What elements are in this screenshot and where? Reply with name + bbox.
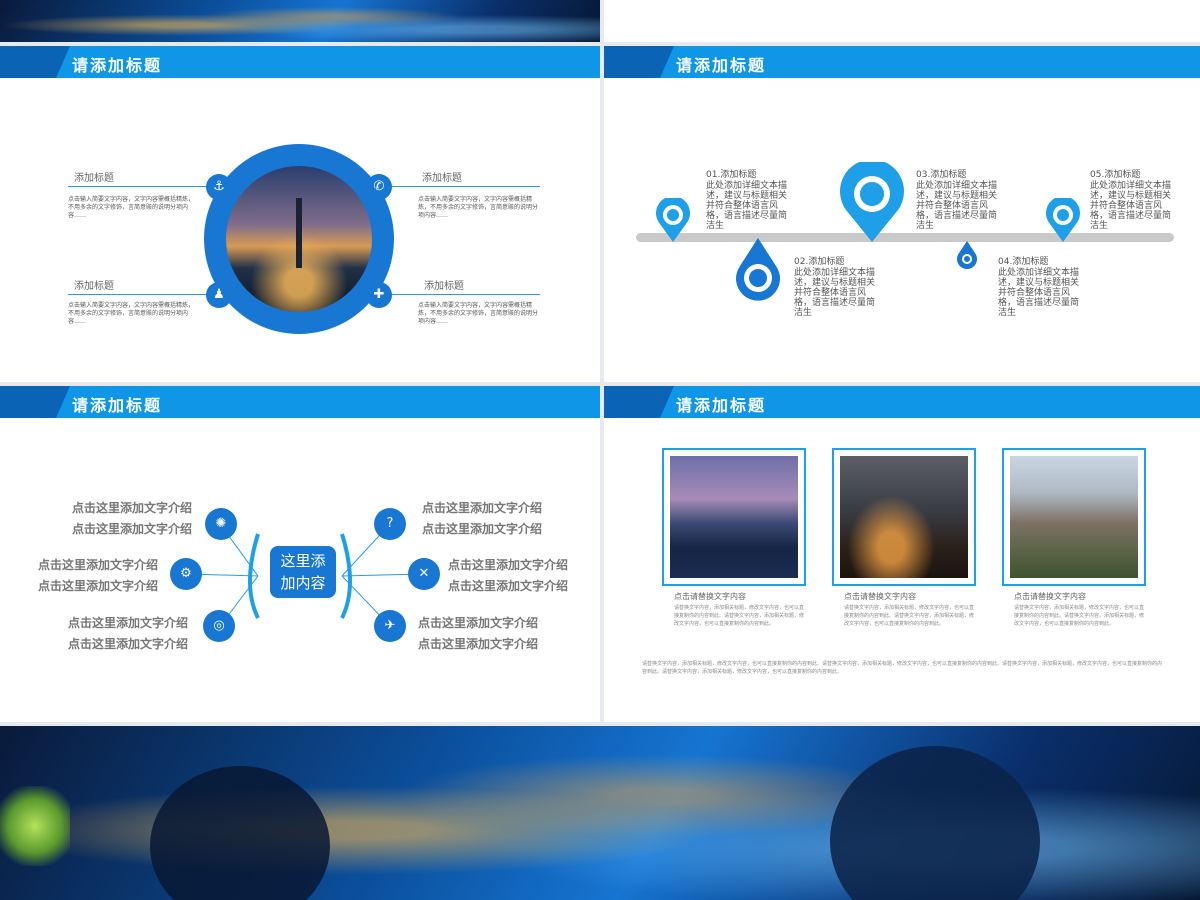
label-left-bottom: 添加标题 xyxy=(74,281,114,292)
text-right-bottom: 点击输入简要文字内容，文字内容需概括精炼，不用多余的文字修饰，言简意赅的说明分项… xyxy=(418,302,539,325)
welder-right xyxy=(830,746,1040,900)
timeline-label-02: 02.添加标题 xyxy=(794,257,845,267)
body-1: 请替换文字内容，添加相关标题，修改文字内容，也可以直接复制你的内容到此。请替换文… xyxy=(674,605,805,627)
photo-frame-1[interactable] xyxy=(662,448,806,586)
anchor-icon: ⚓ xyxy=(206,174,232,200)
top-right-blank-slide xyxy=(604,0,1200,42)
city-tower xyxy=(296,198,302,268)
body-3: 请替换文字内容，添加相关标题，修改文字内容，也可以直接复制你的内容到此。请替换文… xyxy=(1014,605,1145,627)
london-photo xyxy=(1010,456,1138,578)
text-left-bottom: 点击输入简要文字内容，文字内容需概括精炼，不用多余的文字修饰，言简意赅的说明分项… xyxy=(68,302,195,325)
text-left-top: 点击输入简要文字内容，文字内容需概括精炼，不用多余的文字修饰，言简意赅的说明分项… xyxy=(68,196,195,219)
timeline-label-04: 04.添加标题 xyxy=(998,257,1049,267)
tools-icon: ✕ xyxy=(408,558,440,590)
connector-line xyxy=(392,186,540,187)
pin-marker-03 xyxy=(840,162,904,242)
slide-timeline[interactable]: 请添加标题 01.添加标题 此处添加详细文本描述，建议与标题相关并符合整体语言风… xyxy=(604,46,1200,382)
top-left-photo-slide xyxy=(0,0,600,42)
timeline-text-05: 此处添加详细文本描述，建议与标题相关并符合整体语言风格，语言描述尽量简洁生 xyxy=(1090,181,1172,231)
slide-city-circle[interactable]: 请添加标题 添加标题 点击输入简要文字内容，文字内容需概括精炼，不用多余的文字修… xyxy=(0,46,600,382)
header-tab xyxy=(0,46,70,78)
slide-title: 请添加标题 xyxy=(676,56,767,75)
slide-header: 请添加标题 xyxy=(604,46,1200,78)
bottom-welding-photo xyxy=(0,726,1200,900)
bridge-photo xyxy=(840,456,968,578)
slide-header: 请添加标题 xyxy=(604,386,1200,418)
label-left-top: 添加标题 xyxy=(74,173,114,184)
timeline-label-01: 01.添加标题 xyxy=(706,170,757,180)
slide-photos[interactable]: 请添加标题 点击请替换文字内容 点击请替换文字内容 点击请替换文字内容 请替换文… xyxy=(604,386,1200,722)
slide-title: 请添加标题 xyxy=(676,396,767,415)
timeline-label-05: 05.添加标题 xyxy=(1090,170,1141,180)
user-icon: ♟ xyxy=(206,282,232,308)
green-glow xyxy=(0,786,70,866)
caption-2: 点击请替换文字内容 xyxy=(844,592,916,601)
right-bottom-text: 点击这里添加文字介绍 点击这里添加文字介绍 xyxy=(418,616,539,651)
gears-icon: ⚙ xyxy=(170,558,202,590)
puzzle-icon: ✚ xyxy=(366,282,392,308)
airplane-icon: ✈ xyxy=(374,610,406,642)
timeline-text-03: 此处添加详细文本描述，建议与标题相关并符合整体语言风格，语言描述尽量简洁生 xyxy=(916,181,998,231)
body-2: 请替换文字内容，添加相关标题，修改文字内容，也可以直接复制你的内容到此。请替换文… xyxy=(844,605,975,627)
footer-text: 请替换文字内容，添加相关标题，修改文字内容，也可以直接复制你的内容到此。请替换文… xyxy=(642,661,1163,675)
question-icon: ? xyxy=(374,508,406,540)
header-tab xyxy=(604,46,674,78)
center-text: 这里添加内容 xyxy=(280,552,326,592)
slide-mindmap[interactable]: 请添加标题 这里添加内容 ✺ ⚙ ◎ ? ✕ ✈ 点击这里添加文字介绍 点击这里添… xyxy=(0,386,600,722)
skyline-photo xyxy=(670,456,798,578)
pin-marker-02 xyxy=(736,238,780,301)
photo-frame-3[interactable] xyxy=(1002,448,1146,586)
connector-line xyxy=(68,186,208,187)
timeline-bar xyxy=(636,233,1174,242)
lightbulb-icon: ✺ xyxy=(205,508,237,540)
left-mid-text: 点击这里添加文字介绍 点击这里添加文字介绍 xyxy=(38,558,159,593)
pin-marker-01 xyxy=(656,198,690,242)
slide-header: 请添加标题 xyxy=(0,46,600,78)
phone-icon: ✆ xyxy=(366,174,392,200)
pin-marker-05 xyxy=(1046,198,1080,242)
caption-1: 点击请替换文字内容 xyxy=(674,592,746,601)
connector-line xyxy=(68,294,208,295)
photo-frame-2[interactable] xyxy=(832,448,976,586)
timeline-text-02: 此处添加详细文本描述，建议与标题相关并符合整体语言风格，语言描述尽量简洁生 xyxy=(794,268,876,318)
right-top-text: 点击这里添加文字介绍 点击这里添加文字介绍 xyxy=(422,501,543,536)
left-bottom-text: 点击这里添加文字介绍 点击这里添加文字介绍 xyxy=(68,616,189,651)
left-top-text: 点击这里添加文字介绍 点击这里添加文字介绍 xyxy=(72,501,193,536)
right-mid-text: 点击这里添加文字介绍 点击这里添加文字介绍 xyxy=(448,558,569,593)
target-icon: ◎ xyxy=(203,610,235,642)
slide-title: 请添加标题 xyxy=(72,56,163,75)
pin-marker-04 xyxy=(957,241,977,269)
timeline-text-01: 此处添加详细文本描述，建议与标题相关并符合整体语言风格，语言描述尽量简洁生 xyxy=(706,181,788,231)
connector-line xyxy=(392,294,540,295)
label-right-bottom: 添加标题 xyxy=(424,281,464,292)
label-right-top: 添加标题 xyxy=(422,173,462,184)
caption-3: 点击请替换文字内容 xyxy=(1014,592,1086,601)
header-tab xyxy=(604,386,674,418)
timeline-text-04: 此处添加详细文本描述，建议与标题相关并符合整体语言风格，语言描述尽量简洁生 xyxy=(998,268,1080,318)
welder-left xyxy=(150,766,330,900)
text-right-top: 点击输入简要文字内容，文字内容需概括精炼，不用多余的文字修饰，言简意赅的说明分项… xyxy=(418,196,539,219)
timeline-label-03: 03.添加标题 xyxy=(916,170,967,180)
